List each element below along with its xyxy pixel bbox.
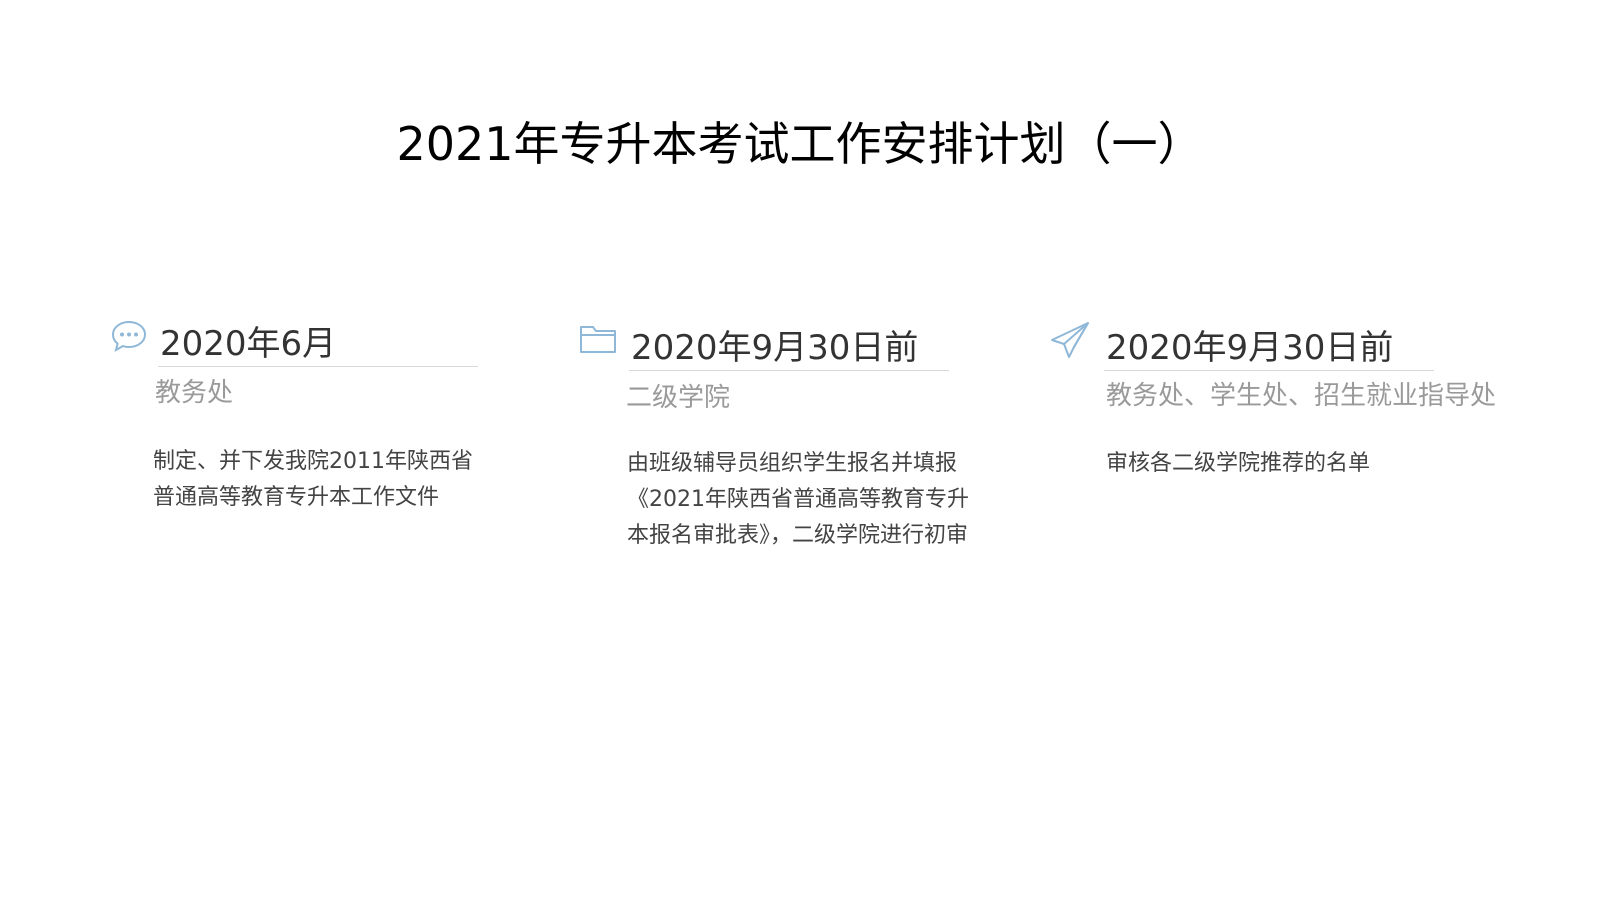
folder-icon [578, 318, 618, 358]
card-department: 二级学院 [626, 383, 731, 413]
slide: 2021年专升本考试工作安排计划（一） 2020年6月 教务处 制定、并下发我院… [0, 0, 1600, 900]
card-description: 制定、并下发我院2011年陕西省普通高等教育专升本工作文件 [153, 449, 473, 510]
divider [158, 366, 478, 367]
card-date: 2020年9月30日前 [631, 328, 919, 368]
card-date: 2020年9月30日前 [1106, 328, 1394, 368]
divider [1104, 370, 1434, 371]
card-department: 教务处 [155, 378, 234, 408]
card-description: 审核各二级学院推荐的名单 [1106, 451, 1371, 476]
slide-title: 2021年专升本考试工作安排计划（一） [396, 117, 1204, 171]
paper-plane-icon [1050, 320, 1090, 360]
divider [629, 370, 949, 371]
card-department: 教务处、学生处、招生就业指导处 [1106, 381, 1497, 411]
chat-bubble-icon [109, 316, 149, 356]
card-description: 由班级辅导员组织学生报名并填报《2021年陕西省普通高等教育专升本报名审批表》，… [627, 451, 969, 548]
card-date: 2020年6月 [160, 324, 337, 364]
